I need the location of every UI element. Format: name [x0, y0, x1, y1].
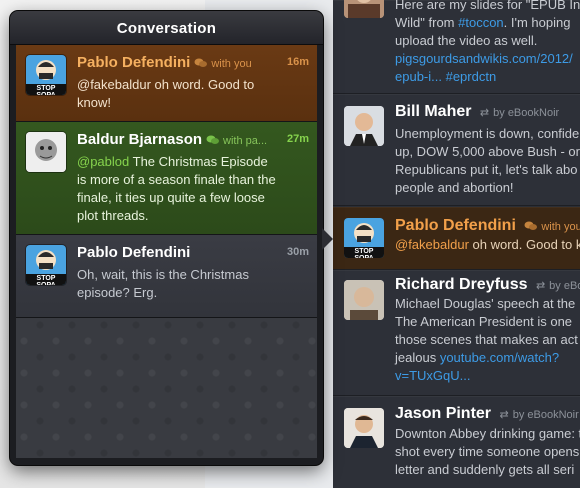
avatar[interactable]	[26, 132, 66, 172]
tweet-time: 30m	[286, 246, 309, 258]
mention-link[interactable]: @fakebaldur	[77, 77, 151, 92]
with-label: with you	[541, 221, 580, 233]
tweet-author[interactable]: Bill Maher ⇄ by eBookNoir	[395, 103, 559, 121]
conversation-list[interactable]: STOP SOPA Pablo Defendiniwith you 16m @f…	[16, 45, 317, 458]
avatar[interactable]: STOP SOPA	[26, 245, 66, 285]
retweet-icon: ⇄	[535, 280, 546, 292]
tweet-text: @pablod The Christmas Episode is more of…	[77, 154, 276, 223]
conversation-popover[interactable]: Conversation STOP SOPA Pablo Defendiniwi…	[10, 11, 323, 465]
timeline-column[interactable]: Here are my slides for "EPUB In Wild" fr…	[333, 0, 580, 488]
avatar-label: STOP SOPA	[36, 275, 56, 285]
mention-link[interactable]: @pablod	[77, 154, 129, 169]
tweet-author[interactable]: Pablo Defendini	[77, 244, 190, 261]
avatar[interactable]	[344, 0, 384, 18]
with-label: with you	[211, 58, 252, 70]
retweet-icon: ⇄	[479, 107, 490, 119]
hashtag-link[interactable]: #eprdctn	[446, 69, 497, 84]
tweet-time: 27m	[286, 133, 309, 145]
conversation-tweet[interactable]: STOP SOPA Pablo Defendiniwith you 16m @f…	[16, 45, 317, 122]
conversation-icon	[194, 58, 208, 67]
timeline-tweet[interactable]: Here are my slides for "EPUB In Wild" fr…	[333, 0, 580, 94]
tweet-author[interactable]: Pablo Defendini with you	[77, 54, 252, 71]
timeline-tweet[interactable]: Bill Maher ⇄ by eBookNoir Unemployment is…	[333, 94, 580, 206]
mention-link[interactable]: @fakebaldur	[395, 237, 469, 252]
avatar-label: STOP SOPA	[36, 85, 56, 95]
avatar[interactable]	[344, 106, 384, 146]
tweet-time: 16m	[286, 56, 309, 68]
popover-arrow	[322, 228, 333, 250]
tweet-text: Unemployment is down, confide up, DOW 5,…	[395, 126, 580, 195]
with-label: with pa...	[223, 135, 268, 147]
conversation-tweet[interactable]: Baldur Bjarnason with pa... 27m @pablod T…	[16, 122, 317, 235]
tweet-text: Downton Abbey drinking game: t shot ever…	[395, 426, 580, 477]
avatar-label: STOP SOPA	[354, 248, 374, 258]
tweet-author[interactable]: Pablo Defendini with you	[395, 217, 580, 235]
avatar[interactable]	[344, 280, 384, 320]
tweet-author[interactable]: Richard Dreyfuss ⇄by eBookNoir	[395, 276, 580, 294]
url-link[interactable]: epub-i...	[395, 69, 446, 84]
tweet-text: Oh, wait, this is the Christmas episode?…	[77, 267, 249, 300]
url-link[interactable]: pigsgourdsandwikis.com/2012/	[395, 50, 580, 68]
conversation-tweet[interactable]: STOP SOPA Pablo Defendini 30m Oh, wait, …	[16, 235, 317, 318]
avatar[interactable]: STOP SOPA	[26, 55, 66, 95]
tweet-text: Michael Douglas' speech at the The Ameri…	[395, 295, 580, 385]
tweet-author[interactable]: Baldur Bjarnason with pa...	[77, 131, 267, 148]
avatar[interactable]	[344, 408, 384, 448]
popover-title: Conversation	[10, 11, 323, 45]
hashtag-link[interactable]: #toccon	[458, 15, 504, 30]
tweet-text: @fakebaldur oh word. Good to know!	[77, 77, 255, 110]
url-link[interactable]: v=TUxGqU...	[395, 367, 580, 385]
tweet-text: Here are my slides for "EPUB In Wild" fr…	[395, 0, 580, 86]
tweet-author[interactable]: Jason Pinter ⇄ by eBookNoir	[395, 405, 579, 423]
avatar[interactable]: STOP SOPA	[344, 218, 384, 258]
conversation-icon	[524, 221, 538, 230]
timeline-tweet-selected[interactable]: STOP SOPA Pablo Defendini with you @fake…	[333, 207, 580, 270]
retweeted-by: by eBookNoir	[493, 107, 560, 119]
retweet-icon: ⇄	[499, 409, 509, 421]
tweet-text: @fakebaldur oh word. Good to k	[395, 237, 580, 252]
conversation-icon	[206, 135, 220, 144]
url-link[interactable]: youtube.com/watch?	[440, 350, 559, 365]
retweeted-by: by eBookNoir	[549, 280, 580, 292]
timeline-tweet[interactable]: Richard Dreyfuss ⇄by eBookNoir Michael D…	[333, 270, 580, 396]
retweeted-by: by eBookNoir	[512, 409, 579, 421]
timeline-tweet[interactable]: Jason Pinter ⇄ by eBookNoir Downton Abbey…	[333, 396, 580, 488]
